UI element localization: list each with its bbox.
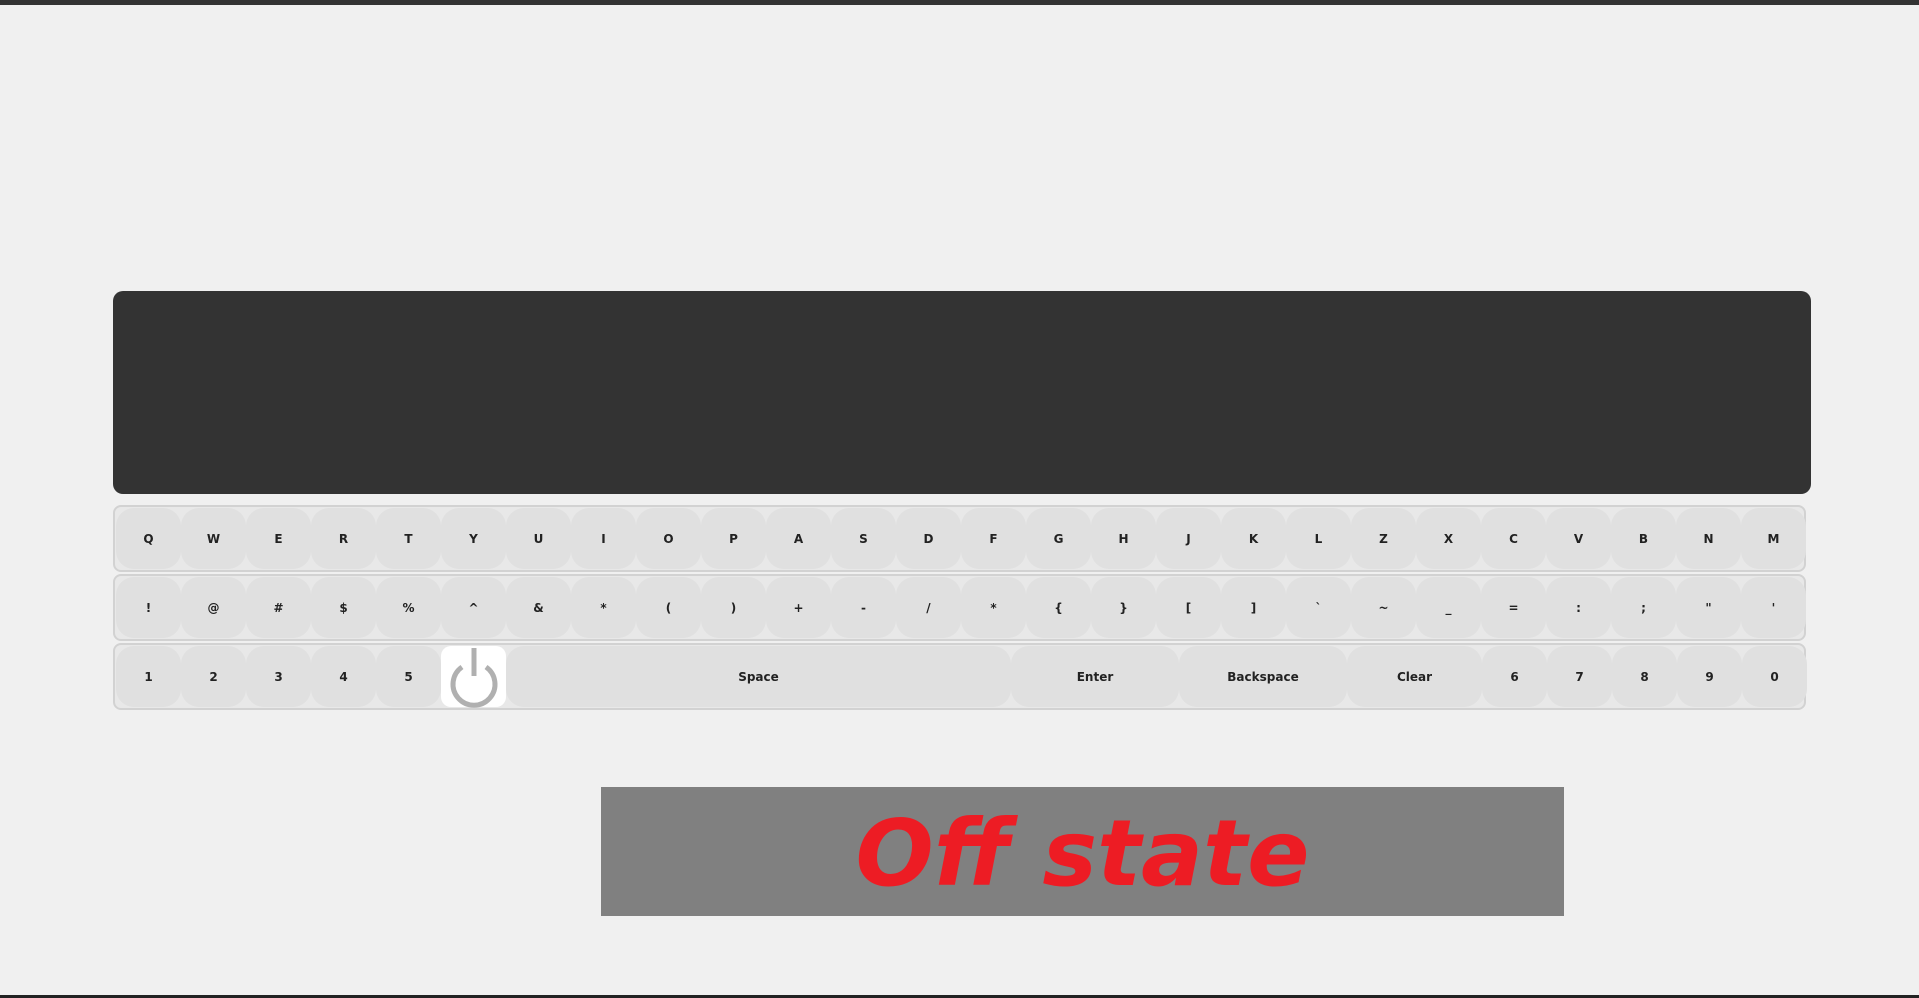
symbol-key[interactable]: & (506, 577, 571, 638)
symbol-key[interactable]: ( (636, 577, 701, 638)
symbol-key[interactable]: ^ (441, 577, 506, 638)
symbol-key[interactable]: [ (1156, 577, 1221, 638)
letter-key[interactable]: B (1611, 508, 1676, 569)
symbol-key[interactable]: ) (701, 577, 766, 638)
symbol-key[interactable]: # (246, 577, 311, 638)
letter-key[interactable]: U (506, 508, 571, 569)
letter-key[interactable]: L (1286, 508, 1351, 569)
symbol-key[interactable]: * (961, 577, 1026, 638)
key-2[interactable]: 2 (181, 646, 246, 707)
symbol-key[interactable]: / (896, 577, 961, 638)
symbol-key[interactable]: " (1676, 577, 1741, 638)
symbol-key[interactable]: % (376, 577, 441, 638)
letter-key[interactable]: I (571, 508, 636, 569)
key-4[interactable]: 4 (311, 646, 376, 707)
text-display (113, 291, 1811, 494)
letter-key[interactable]: A (766, 508, 831, 569)
letter-key[interactable]: Z (1351, 508, 1416, 569)
symbol-key[interactable]: @ (181, 577, 246, 638)
symbol-key[interactable]: } (1091, 577, 1156, 638)
backspace-key[interactable]: Backspace (1179, 646, 1347, 707)
symbol-key[interactable]: ~ (1351, 577, 1416, 638)
letter-key[interactable]: Q (116, 508, 181, 569)
letter-key[interactable]: V (1546, 508, 1611, 569)
top-border (0, 0, 1919, 5)
key-8[interactable]: 8 (1612, 646, 1677, 707)
letter-key[interactable]: X (1416, 508, 1481, 569)
symbol-key[interactable]: ] (1221, 577, 1286, 638)
letter-key[interactable]: K (1221, 508, 1286, 569)
symbol-key[interactable]: ! (116, 577, 181, 638)
symbol-key[interactable]: ` (1286, 577, 1351, 638)
letter-key[interactable]: P (701, 508, 766, 569)
letter-key[interactable]: H (1091, 508, 1156, 569)
symbol-key[interactable]: _ (1416, 577, 1481, 638)
letter-key[interactable]: C (1481, 508, 1546, 569)
symbol-key[interactable]: $ (311, 577, 376, 638)
letter-key[interactable]: S (831, 508, 896, 569)
symbol-key[interactable]: = (1481, 577, 1546, 638)
status-panel: Off state (601, 787, 1564, 916)
symbol-key[interactable]: ; (1611, 577, 1676, 638)
letter-key[interactable]: W (181, 508, 246, 569)
letter-key[interactable]: F (961, 508, 1026, 569)
letter-key[interactable]: J (1156, 508, 1221, 569)
key-6[interactable]: 6 (1482, 646, 1547, 707)
clear-key[interactable]: Clear (1347, 646, 1482, 707)
letter-key[interactable]: D (896, 508, 961, 569)
symbol-key[interactable]: : (1546, 577, 1611, 638)
power-button[interactable] (441, 646, 506, 708)
symbol-key[interactable]: { (1026, 577, 1091, 638)
symbol-key[interactable]: + (766, 577, 831, 638)
letter-key[interactable]: O (636, 508, 701, 569)
keyboard-row-symbols: ! @ # $% ^ & *() + - / *{}[] ` ~ _ =:; " ' (113, 574, 1806, 641)
letter-key[interactable]: E (246, 508, 311, 569)
key-9[interactable]: 9 (1677, 646, 1742, 707)
symbol-key[interactable]: ' (1741, 577, 1806, 638)
letter-key[interactable]: Y (441, 508, 506, 569)
key-0[interactable]: 0 (1742, 646, 1807, 707)
keyboard-row-numbers: 1 2 3 4 5 Space Enter Backspace Clear 6 … (113, 643, 1807, 710)
keyboard-row-letters: QWERTYUIOPASDFGHJKLZXCVBNM (113, 505, 1806, 572)
letter-key[interactable]: M (1741, 508, 1806, 569)
symbol-key[interactable]: * (571, 577, 636, 638)
enter-key[interactable]: Enter (1011, 646, 1179, 707)
key-1[interactable]: 1 (116, 646, 181, 707)
key-3[interactable]: 3 (246, 646, 311, 707)
power-icon (450, 647, 497, 708)
space-key[interactable]: Space (506, 646, 1011, 707)
letter-key[interactable]: T (376, 508, 441, 569)
key-7[interactable]: 7 (1547, 646, 1612, 707)
status-text: Off state (855, 799, 1310, 907)
letter-key[interactable]: R (311, 508, 376, 569)
key-5[interactable]: 5 (376, 646, 441, 707)
letter-key[interactable]: N (1676, 508, 1741, 569)
letter-key[interactable]: G (1026, 508, 1091, 569)
symbol-key[interactable]: - (831, 577, 896, 638)
